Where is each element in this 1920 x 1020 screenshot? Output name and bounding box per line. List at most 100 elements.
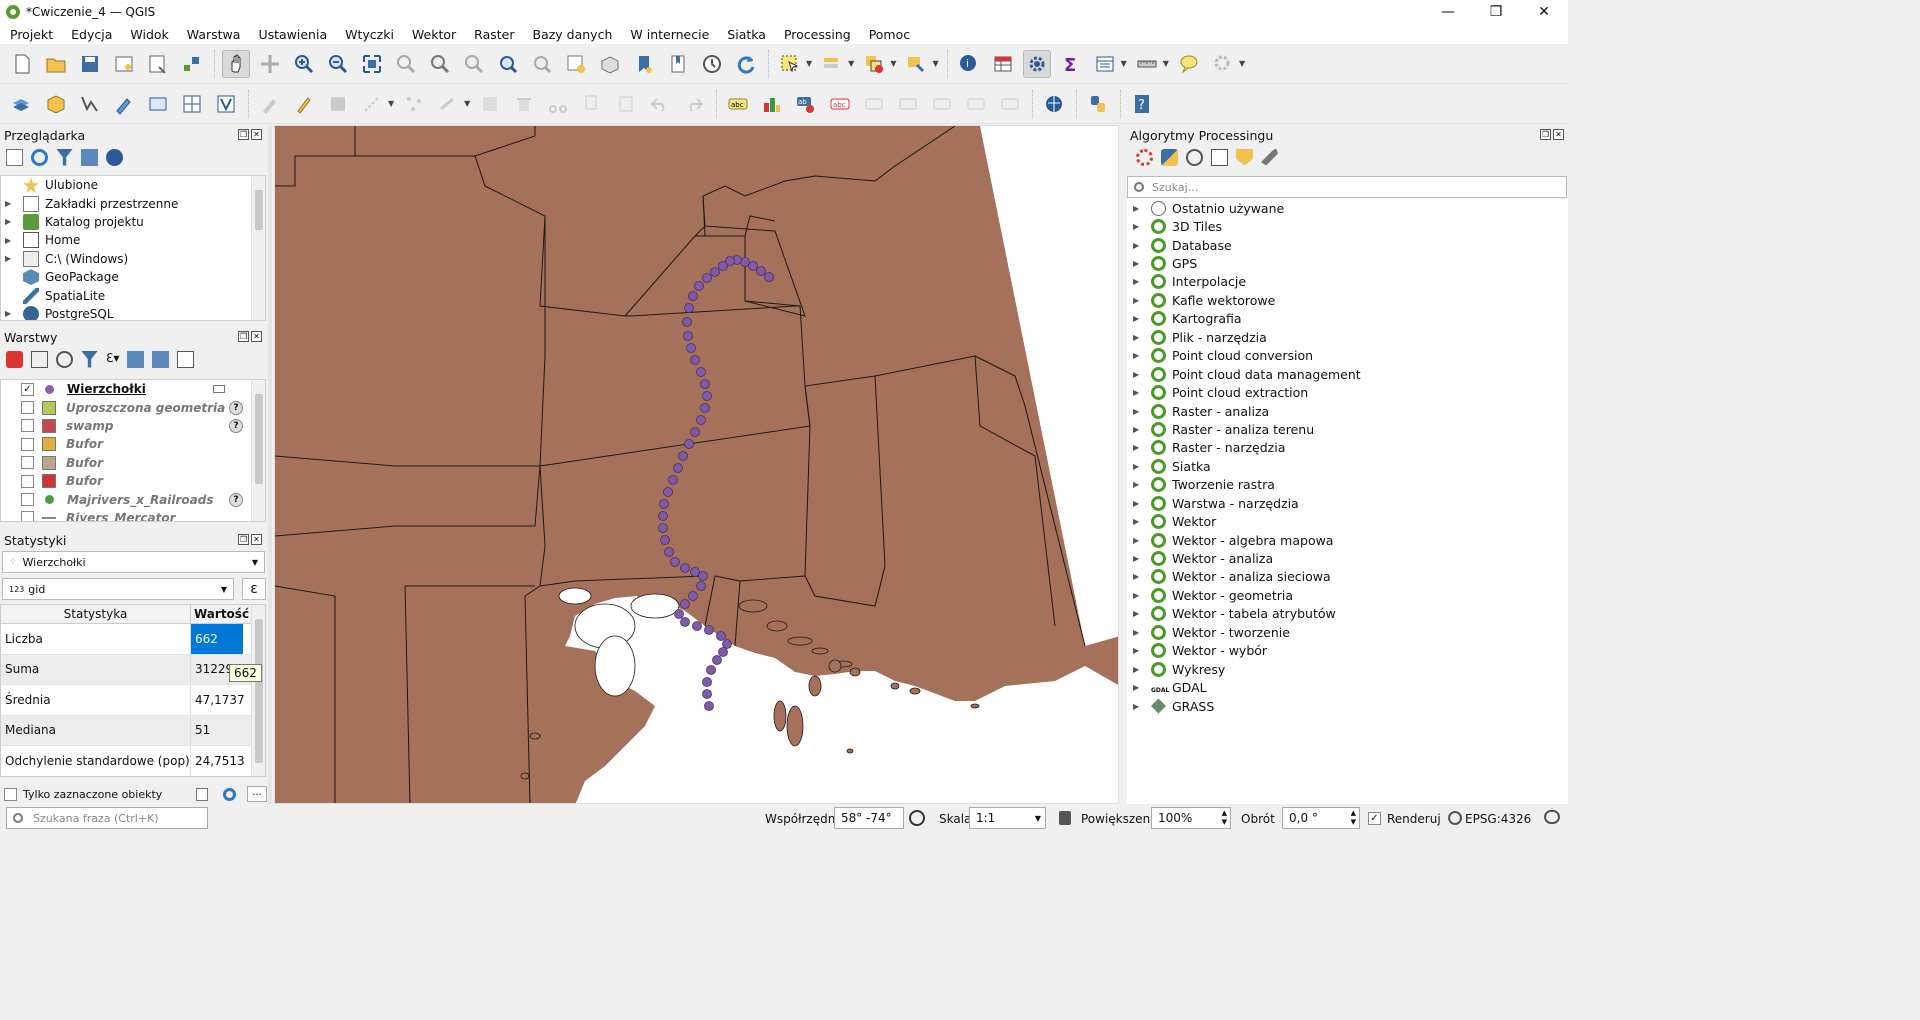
- menu-processing[interactable]: Processing: [774, 27, 859, 42]
- deselect-features-icon[interactable]: [860, 50, 888, 78]
- visibility-eye-icon[interactable]: [56, 350, 73, 368]
- close-button[interactable]: ✕: [1520, 0, 1568, 24]
- processing-settings-icon[interactable]: [1209, 50, 1237, 78]
- browser-item[interactable]: SpatiaLite: [1, 286, 265, 304]
- add-layer-icon[interactable]: [6, 148, 23, 166]
- zoom-next-icon[interactable]: [528, 50, 556, 78]
- layout-manager-icon[interactable]: [144, 50, 172, 78]
- table-row[interactable]: Odchylenie standardowe (pop) 24,7513: [1, 746, 265, 776]
- browser-item[interactable]: ▶ Katalog projektu: [1, 213, 265, 231]
- delete-selected-icon[interactable]: [510, 90, 538, 118]
- select-features-icon[interactable]: [776, 50, 804, 78]
- options-wrench-icon[interactable]: [1261, 148, 1278, 166]
- move-label-icon[interactable]: [894, 90, 922, 118]
- select-location-icon[interactable]: [902, 50, 930, 78]
- info-icon[interactable]: [106, 148, 123, 166]
- scrollbar[interactable]: [251, 605, 265, 776]
- menu-warstwa[interactable]: Warstwa: [177, 27, 249, 42]
- select-by-value-icon[interactable]: [818, 50, 846, 78]
- processing-group[interactable]: ▶ Siatka: [1127, 457, 1568, 475]
- expand-arrow-icon[interactable]: ▶: [1133, 572, 1151, 581]
- expand-arrow-icon[interactable]: ▶: [1133, 351, 1151, 360]
- copy-features-icon[interactable]: [578, 90, 606, 118]
- layer-visibility-checkbox[interactable]: [21, 474, 34, 488]
- open-field-calculator-icon[interactable]: [1091, 50, 1119, 78]
- processing-group[interactable]: ▶ Point cloud data management: [1127, 365, 1568, 383]
- more-options-button[interactable]: ...: [247, 786, 267, 802]
- processing-group[interactable]: ▶ Wektor: [1127, 512, 1568, 530]
- expand-arrow-icon[interactable]: ▶: [1133, 204, 1151, 213]
- refresh-icon[interactable]: [732, 50, 760, 78]
- expand-arrow-icon[interactable]: ▶: [1133, 462, 1151, 471]
- expand-arrow-icon[interactable]: ▶: [1133, 333, 1151, 342]
- show-hide-labels-icon[interactable]: [860, 90, 888, 118]
- coordinate-field[interactable]: 58° -74°: [834, 807, 904, 829]
- processing-group[interactable]: ▶ GPS: [1127, 254, 1568, 272]
- processing-group[interactable]: ▶ GDAL GDAL: [1127, 678, 1568, 696]
- chevron-down-icon[interactable]: ▼: [848, 59, 854, 68]
- expand-arrow-icon[interactable]: ▶: [1133, 480, 1151, 489]
- layer-visibility-checkbox[interactable]: [21, 419, 34, 433]
- zoom-out-icon[interactable]: [324, 50, 352, 78]
- chevron-down-icon[interactable]: ▼: [464, 99, 470, 108]
- layer-select[interactable]: ⁘ Wierzchołki ▼: [2, 551, 265, 573]
- zoom-to-layer-icon[interactable]: [426, 50, 454, 78]
- digitize-icon[interactable]: [110, 90, 138, 118]
- layer-item[interactable]: Rivers_Mercator: [1, 509, 265, 521]
- scrollbar[interactable]: [251, 176, 265, 320]
- menu-wektor[interactable]: Wektor: [402, 27, 464, 42]
- processing-group[interactable]: ▶ Raster - narzędzia: [1127, 439, 1568, 457]
- browser-item[interactable]: ▶ Zakładki przestrzenne: [1, 194, 265, 212]
- current-edits-icon[interactable]: [256, 90, 284, 118]
- scale-combo[interactable]: 1:1 ▼: [969, 807, 1046, 829]
- processing-search-input[interactable]: Szukaj...: [1127, 176, 1567, 198]
- map-canvas[interactable]: [274, 125, 1119, 804]
- diagram-options-icon[interactable]: [758, 90, 786, 118]
- processing-group[interactable]: ▶ Wektor - analiza sieciowa: [1127, 568, 1568, 586]
- layer-visibility-checkbox[interactable]: [21, 437, 34, 451]
- layer-visibility-checkbox[interactable]: [21, 493, 34, 507]
- label-toolbar-icon[interactable]: abc: [724, 90, 752, 118]
- crs-status[interactable]: EPSG:4326: [1465, 812, 1531, 826]
- unknown-crs-icon[interactable]: ?: [229, 400, 243, 415]
- expand-arrow-icon[interactable]: ▶: [1133, 609, 1151, 618]
- rotate-label-icon[interactable]: [928, 90, 956, 118]
- minimize-button[interactable]: —: [1424, 0, 1472, 24]
- add-group-icon[interactable]: [31, 350, 48, 368]
- expand-arrow-icon[interactable]: ▶: [1133, 517, 1151, 526]
- python-scripts-icon[interactable]: [1161, 148, 1178, 166]
- processing-group[interactable]: ▶ Plik - narzędzia: [1127, 328, 1568, 346]
- expression-button[interactable]: ε: [242, 578, 266, 600]
- statistics-sigma-icon[interactable]: Σ: [1057, 50, 1085, 78]
- chevron-down-icon[interactable]: ▼: [1121, 59, 1127, 68]
- collapse-all-icon[interactable]: [81, 148, 98, 166]
- pan-to-selection-icon[interactable]: [256, 50, 284, 78]
- history-clock-icon[interactable]: [1186, 148, 1203, 166]
- menu-bazy-danych[interactable]: Bazy danych: [523, 27, 621, 42]
- zoom-in-icon[interactable]: [290, 50, 318, 78]
- expand-arrow-icon[interactable]: ▶: [1133, 277, 1151, 286]
- toggle-extents-icon[interactable]: [909, 810, 925, 826]
- layer-visibility-checkbox[interactable]: [21, 456, 34, 470]
- processing-group[interactable]: ▶ Point cloud conversion: [1127, 347, 1568, 365]
- menu-edycja[interactable]: Edycja: [61, 27, 120, 42]
- table-row[interactable]: Liczba 662: [1, 624, 265, 655]
- layer-item[interactable]: ✓ Wierzchołki: [1, 380, 265, 399]
- zoom-to-selection-icon[interactable]: [392, 50, 420, 78]
- vertex-tool-icon[interactable]: [400, 90, 428, 118]
- toolbox-settings-icon[interactable]: [1022, 49, 1051, 78]
- paste-features-icon[interactable]: [612, 90, 640, 118]
- table-row[interactable]: Średnia 47,1737: [1, 685, 265, 716]
- processing-group[interactable]: ▶ Wektor - analiza: [1127, 549, 1568, 567]
- collapse-all-icon[interactable]: [152, 350, 170, 368]
- menu-raster[interactable]: Raster: [464, 27, 522, 42]
- copy-icon[interactable]: [196, 787, 208, 801]
- zoom-full-icon[interactable]: [358, 50, 386, 78]
- processing-group[interactable]: ▶ Database: [1127, 236, 1568, 254]
- expand-arrow-icon[interactable]: ▶: [5, 254, 15, 263]
- processing-group[interactable]: ▶ Wektor - algebra mapowa: [1127, 531, 1568, 549]
- expand-arrow-icon[interactable]: ▶: [1133, 241, 1151, 250]
- filter-icon[interactable]: [56, 148, 73, 166]
- expand-arrow-icon[interactable]: ▶: [1133, 222, 1151, 231]
- expand-arrow-icon[interactable]: ▶: [1133, 554, 1151, 563]
